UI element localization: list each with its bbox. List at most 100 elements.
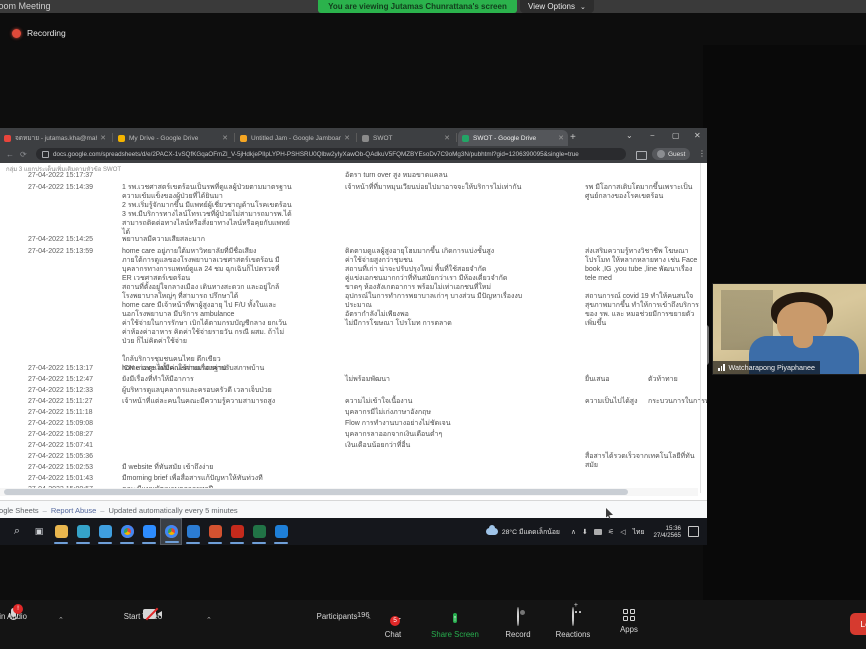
row-timestamp: 27-04-2022 15:09:08 — [28, 419, 120, 428]
language-indicator[interactable]: ไทย — [633, 526, 645, 537]
table-row: 27-04-2022 15:17:37อัตรา turn over สูง ห… — [0, 171, 707, 183]
report-abuse-link[interactable]: Report Abuse — [51, 506, 96, 515]
action-center-icon[interactable] — [688, 526, 699, 537]
table-row: 27-04-2022 15:14:25พยาบาลมีความเสียสละมา… — [0, 235, 707, 247]
close-icon[interactable]: ✕ — [694, 131, 701, 140]
show-hidden-icons[interactable]: ∧ — [571, 528, 576, 536]
chrome-active-icon[interactable] — [160, 518, 182, 545]
participant-name: Watcharapong Piyaphanee — [729, 363, 815, 372]
browser-tab-4[interactable]: SWOT✕ — [358, 130, 454, 146]
row-cell: บุคลากรลาออกจากเงินเดือนต่ำๆ — [345, 430, 577, 439]
table-row: 27-04-2022 15:05:36สื่อสารได้รวดเร็วจากเ… — [0, 452, 707, 463]
record-icon — [517, 607, 519, 626]
volume-icon[interactable]: ◁ — [620, 528, 625, 536]
usb-icon[interactable]: ⬇ — [582, 528, 588, 536]
zoom-app-icon[interactable] — [138, 518, 160, 545]
mail-icon[interactable] — [270, 518, 292, 545]
internet-explorer-icon[interactable] — [94, 518, 116, 545]
back-icon[interactable]: ← — [6, 150, 14, 159]
tab-title: My Drive - Google Drive — [129, 135, 219, 142]
browser-tab-5[interactable]: SWOT - Google Drive✕ — [458, 130, 568, 146]
view-options-button[interactable]: View Options⌄ — [520, 0, 594, 13]
acrobat-icon[interactable] — [226, 518, 248, 545]
chat-badge: 5 — [390, 616, 400, 626]
recording-bar: Recording — [0, 13, 866, 45]
browser-tab-1[interactable]: จดหมาย - jutamas.kha@mahidol.ac✕ — [0, 130, 110, 146]
row-cell: ไม่พร้อมพัฒนา — [345, 375, 577, 384]
audio-options-caret[interactable]: ⌃ — [58, 616, 64, 624]
tab-search-icon[interactable]: ⌄ — [626, 131, 633, 140]
apps-icon — [623, 609, 635, 621]
video-options-caret[interactable]: ⌃ — [206, 616, 212, 624]
profile-chip[interactable]: Guest — [652, 148, 690, 160]
address-bar[interactable]: docs.google.com/spreadsheets/d/e/2PACX-1… — [36, 148, 626, 160]
horizontal-scrollbar[interactable] — [0, 488, 698, 496]
row-cell: มี website ที่ทันสมัย เข้าถึงง่าย — [122, 463, 332, 472]
audio-alert-badge: ! — [13, 604, 23, 614]
tab-title: จดหมาย - jutamas.kha@mahidol.ac — [15, 133, 97, 143]
tab-close-icon[interactable]: ✕ — [558, 134, 564, 142]
row-timestamp: 27-04-2022 15:12:33 — [28, 386, 120, 395]
zoom-meeting-window: Zoom Meeting You are viewing Jutamas Chu… — [0, 0, 866, 649]
avatar — [657, 150, 665, 158]
participant-neck — [793, 336, 813, 348]
chat-button[interactable]: 5 Chat — [358, 608, 428, 639]
tab-close-icon[interactable]: ✕ — [100, 134, 106, 142]
table-row: 27-04-2022 15:07:41เงินเดือนน้อยกว่าที่อ… — [0, 441, 707, 452]
side-panel-icon[interactable] — [636, 151, 647, 160]
join-audio-button[interactable]: ! Join Audio — [0, 608, 42, 621]
restore-icon[interactable]: ▢ — [672, 131, 680, 140]
tab-title: SWOT — [373, 135, 441, 142]
row-timestamp: 27-04-2022 15:13:17 — [28, 364, 120, 373]
participant-name-bar: Watcharapong Piyaphanee — [713, 361, 820, 374]
tab-strip: + ⌄ − ▢ ✕ จดหมาย - jutamas.kha@mahidol.a… — [0, 128, 707, 146]
powerpoint-icon[interactable] — [204, 518, 226, 545]
tab-title: SWOT - Google Drive — [473, 135, 555, 142]
browser-window: + ⌄ − ▢ ✕ จดหมาย - jutamas.kha@mahidol.a… — [0, 128, 707, 518]
row-timestamp: 27-04-2022 15:02:53 — [28, 463, 120, 472]
page-icon — [362, 135, 369, 142]
row-timestamp: 27-04-2022 15:05:36 — [28, 452, 120, 461]
excel-icon[interactable] — [248, 518, 270, 545]
edge-icon[interactable] — [72, 518, 94, 545]
participant-video[interactable]: Watcharapong Piyaphanee — [712, 283, 866, 375]
tab-close-icon[interactable]: ✕ — [444, 134, 450, 142]
chrome-icon[interactable] — [116, 518, 138, 545]
tab-close-icon[interactable]: ✕ — [222, 134, 228, 142]
browser-tab-3[interactable]: Untitled Jam - Google Jamboard✕ — [236, 130, 354, 146]
sheet-rows: 27-04-2022 15:17:37อัตรา turn over สูง ห… — [0, 171, 707, 496]
gmail-icon — [4, 135, 11, 142]
row-cell: มีmorning brief เพื่อสื่อสารแก้ปัญหาให้ท… — [122, 474, 332, 483]
battery-icon[interactable] — [594, 529, 602, 535]
view-options-label: View Options — [528, 2, 575, 11]
share-screen-icon: ↑ — [453, 613, 458, 623]
refresh-icon[interactable]: ⟳ — [20, 150, 27, 159]
start-video-button[interactable]: Start Video — [108, 608, 178, 621]
published-by-label: Published by Google Sheets — [0, 506, 39, 515]
task-view-icon[interactable]: ▣ — [28, 518, 50, 545]
sheet-footer: Published by Google Sheets–Report Abuse–… — [0, 500, 707, 519]
browser-tab-2[interactable]: My Drive - Google Drive✕ — [114, 130, 232, 146]
lock-icon — [42, 151, 49, 158]
row-cell: เจ้าหน้าที่ที่มาหมุนเวียนบ่อยไปมาอาจจะให… — [345, 183, 577, 192]
search-icon[interactable]: ⌕ — [6, 518, 28, 545]
browser-menu-icon[interactable]: ⋮ — [698, 149, 706, 158]
table-row: 27-04-2022 15:12:47ยังมีเรื่องที่ทำให้มี… — [0, 375, 707, 386]
leave-button[interactable]: Leave — [850, 613, 866, 635]
scrollbar-thumb[interactable] — [4, 489, 628, 495]
tab-close-icon[interactable]: ✕ — [344, 134, 350, 142]
new-tab-button[interactable]: + — [570, 132, 576, 143]
share-screen-button[interactable]: ↑ Share Screen — [420, 608, 490, 639]
photos-icon[interactable] — [182, 518, 204, 545]
row-timestamp: 27-04-2022 15:14:25 — [28, 235, 120, 244]
file-explorer-icon[interactable] — [50, 518, 72, 545]
network-icon[interactable]: ⚟ — [608, 528, 614, 536]
sheets-icon — [462, 135, 469, 142]
minimize-icon[interactable]: − — [650, 131, 655, 140]
row-timestamp: 27-04-2022 15:08:27 — [28, 430, 120, 439]
weather-widget[interactable]: 28°C มีแดดเล็กน้อย — [486, 526, 560, 537]
apps-button[interactable]: Apps — [594, 608, 664, 634]
vertical-scroll-track[interactable] — [700, 163, 701, 493]
windows-taskbar: ⌕ ▣ 28°C มีแดดเล็กน้อย ∧ ⬇ ⚟ ◁ ไทย 15:36… — [0, 518, 707, 545]
taskbar-clock[interactable]: 15:36 27/4/2565 — [653, 525, 681, 539]
